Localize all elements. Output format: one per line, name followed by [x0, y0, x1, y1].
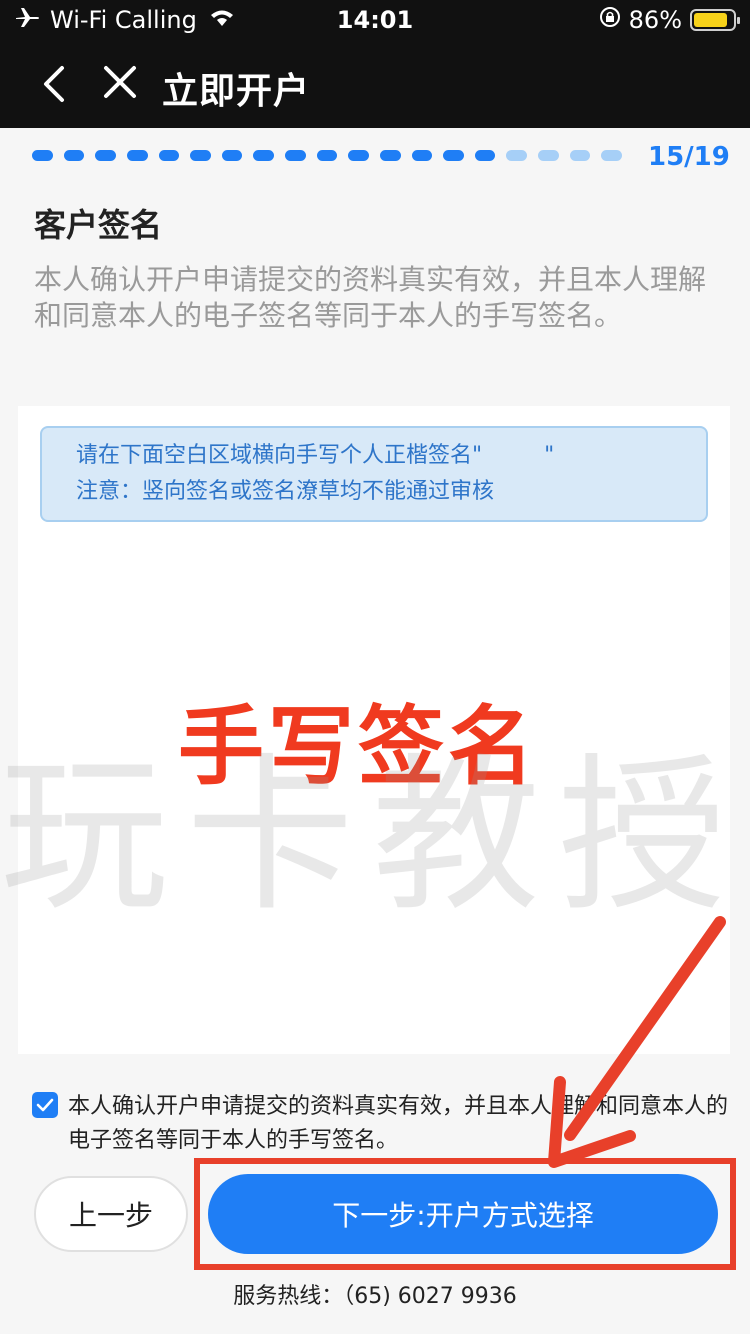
progress-segment	[474, 150, 496, 161]
service-hotline: 服务热线：（65) 6027 9936	[233, 1284, 517, 1309]
chevron-left-icon[interactable]	[36, 62, 76, 106]
notice-line-1-suffix: "	[544, 443, 555, 468]
progress-segment	[569, 150, 591, 161]
status-bar: Wi-Fi Calling 14:01 86%	[0, 0, 750, 44]
progress-segment	[538, 150, 559, 161]
close-icon[interactable]	[100, 62, 140, 106]
agreement-checkbox[interactable]	[32, 1092, 58, 1118]
progress-segment	[63, 150, 85, 161]
orientation-lock-icon	[599, 6, 621, 34]
nav-bar: 立即开户	[0, 44, 750, 128]
progress-segment	[126, 150, 148, 161]
page-title: 立即开户	[162, 71, 311, 112]
notice-line-2: 注意：竖向签名或签名潦草均不能通过审核	[76, 479, 495, 504]
progress-segment	[190, 150, 211, 161]
handwrite-signature-label: 手写签名	[178, 697, 538, 797]
next-step-button[interactable]: 下一步:开户方式选择	[208, 1174, 718, 1254]
progress-segment	[506, 150, 527, 161]
status-right: 86%	[599, 6, 740, 34]
battery-icon	[690, 9, 740, 31]
progress-segment	[348, 150, 369, 161]
section-description: 本人确认开户申请提交的资料真实有效，并且本人理解和同意本人的电子签名等同于本人的…	[34, 263, 707, 332]
progress-segment	[285, 150, 306, 161]
signature-notice: 请在下面空白区域横向手写个人正楷签名" " 注意：竖向签名或签名潦草均不能通过审核	[40, 426, 708, 522]
progress-segment	[253, 150, 274, 161]
battery-fill	[694, 13, 727, 27]
top-bar: Wi-Fi Calling 14:01 86% 立即开户	[0, 0, 750, 128]
previous-step-button[interactable]: 上一步	[34, 1176, 188, 1252]
step-progress	[32, 150, 622, 164]
progress-segment	[411, 150, 433, 161]
agreement-text: 本人确认开户申请提交的资料真实有效，并且本人理解和同意本人的电子签名等同于本人的…	[68, 1094, 729, 1153]
progress-segment	[158, 150, 180, 161]
progress-segment	[379, 150, 401, 161]
progress-segment	[601, 150, 622, 161]
battery-percent: 86%	[628, 6, 682, 34]
step-count: 15/19	[648, 142, 730, 172]
notice-line-1-prefix: 请在下面空白区域横向手写个人正楷签名"	[76, 443, 483, 468]
notice-line-1: 请在下面空白区域横向手写个人正楷签名" "	[76, 438, 672, 474]
checkmark-icon	[36, 1098, 54, 1112]
section-heading: 客户签名	[34, 206, 163, 244]
progress-segment	[95, 150, 116, 161]
progress-segment	[32, 150, 53, 161]
signature-pad[interactable]: 请在下面空白区域横向手写个人正楷签名" " 注意：竖向签名或签名潦草均不能通过审核…	[18, 406, 730, 1054]
progress-segment	[316, 150, 338, 161]
progress-segment	[443, 150, 464, 161]
progress-segment	[221, 150, 243, 161]
